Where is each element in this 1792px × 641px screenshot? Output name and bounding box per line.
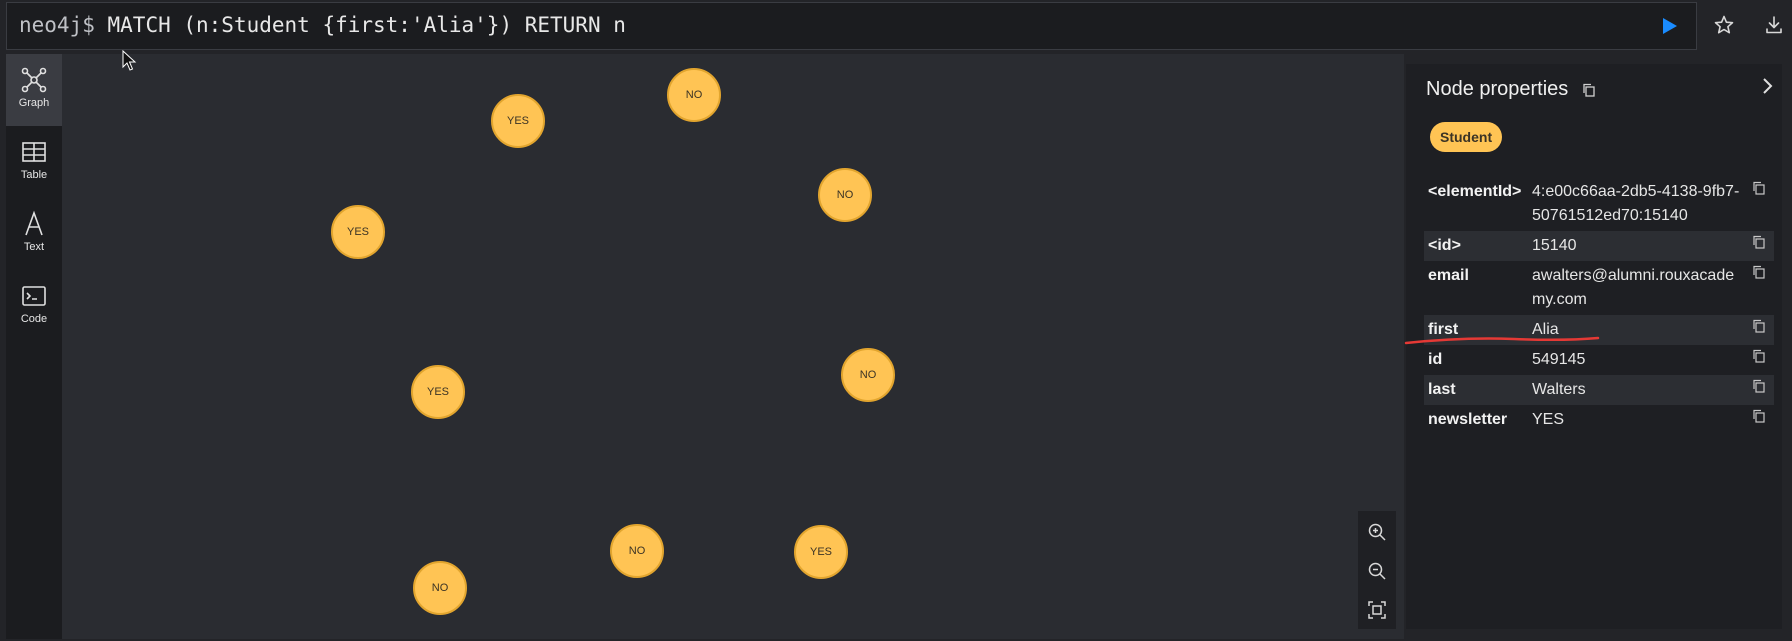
property-key: last — [1428, 381, 1456, 398]
property-value: 4:e00c66aa-2db5-4138-9fb7-50761512ed70:1… — [1532, 183, 1740, 224]
copy-icon[interactable] — [1752, 181, 1766, 195]
property-row: last Walters — [1424, 375, 1774, 405]
panel-title: Node properties — [1426, 78, 1596, 101]
star-icon[interactable] — [1713, 14, 1735, 36]
nav-text-label: Text — [23, 241, 45, 253]
nav-table-label: Table — [20, 169, 48, 181]
query-editor[interactable]: neo4j$ MATCH (n:Student {first:'Alia'}) … — [6, 2, 1697, 50]
property-value: YES — [1532, 411, 1565, 428]
play-icon[interactable] — [1658, 15, 1680, 37]
zoom-out-icon[interactable] — [1366, 560, 1388, 582]
property-value: Walters — [1532, 381, 1586, 398]
copy-icon[interactable] — [1752, 379, 1766, 393]
property-key: newsletter — [1428, 411, 1508, 428]
property-row: <id> 15140 — [1424, 231, 1774, 261]
copy-icon[interactable] — [1752, 265, 1766, 279]
property-row: <elementId> 4:e00c66aa-2db5-4138-9fb7-50… — [1424, 177, 1774, 231]
graph-canvas[interactable]: YES NO NO YES YES NO NO YES NO — [62, 54, 1404, 639]
copy-icon[interactable] — [1752, 235, 1766, 249]
neo4j-browser: neo4j$ MATCH (n:Student {first:'Alia'}) … — [0, 0, 1792, 641]
copy-icon[interactable] — [1752, 319, 1766, 333]
panel-title-text: Node properties — [1426, 78, 1569, 100]
copy-icon[interactable] — [1752, 349, 1766, 363]
property-row: id 549145 — [1424, 345, 1774, 375]
nav-graph[interactable]: Graph — [6, 54, 62, 126]
mouse-cursor-icon — [122, 50, 137, 71]
underline-annotation — [1404, 336, 1600, 345]
code-icon — [22, 286, 46, 306]
zoom-in-icon[interactable] — [1366, 521, 1388, 543]
download-icon[interactable] — [1763, 14, 1785, 36]
property-key: email — [1428, 267, 1469, 284]
nav-code-label: Code — [20, 313, 48, 325]
property-value: awalters@alumni.rouxacademy.com — [1532, 267, 1735, 308]
graph-node[interactable]: NO — [610, 524, 664, 578]
graph-node[interactable]: YES — [491, 94, 545, 148]
graph-node[interactable]: YES — [331, 205, 385, 259]
properties-table: <elementId> 4:e00c66aa-2db5-4138-9fb7-50… — [1424, 177, 1774, 435]
copy-icon[interactable] — [1582, 83, 1596, 97]
graph-icon — [21, 67, 47, 93]
table-icon — [22, 142, 46, 162]
graph-node[interactable]: NO — [667, 68, 721, 122]
graph-node[interactable]: NO — [841, 348, 895, 402]
graph-node[interactable]: NO — [413, 561, 467, 615]
property-row: email awalters@alumni.rouxacademy.com — [1424, 261, 1774, 315]
graph-node[interactable]: YES — [794, 525, 848, 579]
zoom-controls — [1358, 511, 1396, 629]
text-icon — [25, 210, 43, 236]
fit-to-screen-icon[interactable] — [1366, 599, 1388, 621]
query-text[interactable]: neo4j$ MATCH (n:Student {first:'Alia'}) … — [19, 13, 626, 37]
chevron-right-icon[interactable] — [1760, 76, 1776, 96]
cypher-query[interactable]: MATCH (n:Student {first:'Alia'}) RETURN … — [108, 13, 626, 37]
view-switcher: Graph Table Text Code — [6, 54, 62, 639]
copy-icon[interactable] — [1752, 409, 1766, 423]
nav-text[interactable]: Text — [6, 198, 62, 270]
nav-graph-label: Graph — [18, 97, 50, 109]
property-key: id — [1428, 351, 1443, 368]
nav-code[interactable]: Code — [6, 270, 62, 342]
nav-table[interactable]: Table — [6, 126, 62, 198]
graph-node[interactable]: NO — [818, 168, 872, 222]
graph-node[interactable]: YES — [411, 365, 465, 419]
property-value: 549145 — [1532, 351, 1586, 368]
property-row: newsletter YES — [1424, 405, 1774, 435]
property-key: <elementId> — [1428, 183, 1522, 200]
property-value: 15140 — [1532, 237, 1577, 254]
node-label-badge[interactable]: Student — [1430, 122, 1503, 152]
query-prompt: neo4j$ — [19, 13, 95, 37]
property-key: <id> — [1428, 237, 1461, 254]
